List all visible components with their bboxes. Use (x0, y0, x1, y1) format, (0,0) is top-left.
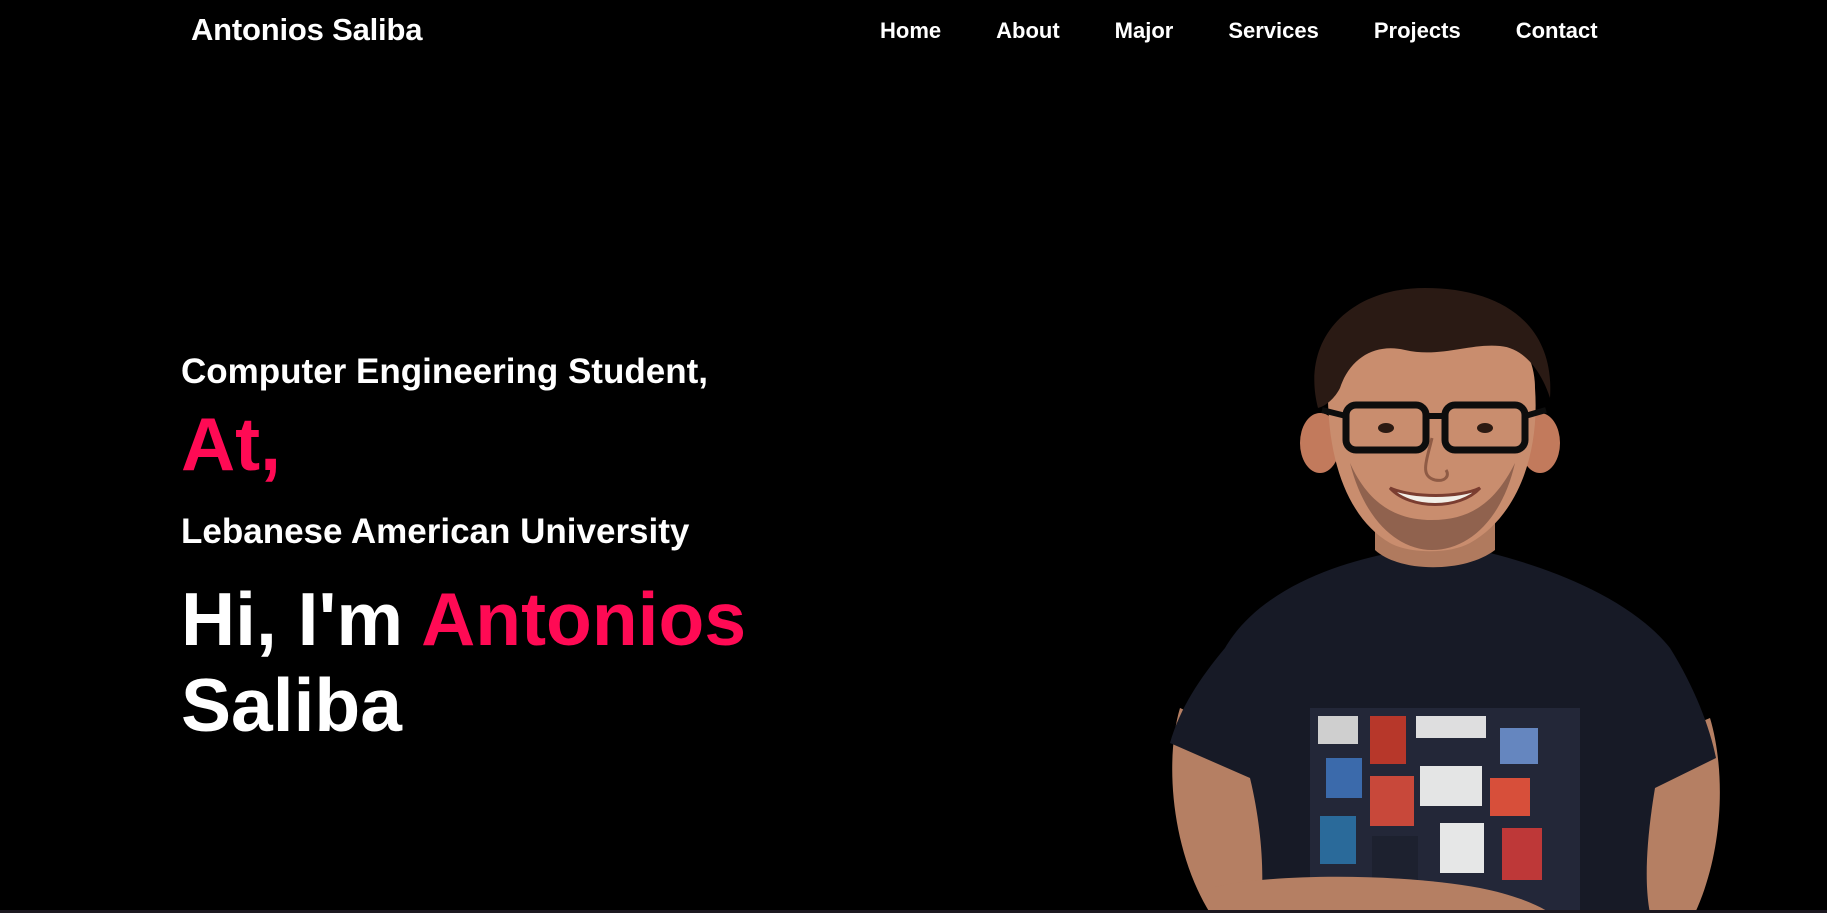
nav-link-projects[interactable]: Projects (1374, 18, 1461, 43)
page: Antonios Saliba Home About Major Service… (0, 0, 1827, 913)
navbar: Antonios Saliba Home About Major Service… (0, 0, 1827, 64)
portrait-photo (1150, 288, 1730, 913)
nav-item-services: Services (1228, 18, 1319, 44)
hero-greeting: Hi, I'm Antonios Saliba (181, 576, 821, 748)
nav-link-services[interactable]: Services (1228, 18, 1319, 43)
hero-university: Lebanese American University (181, 512, 690, 551)
nav-item-major: Major (1115, 18, 1174, 44)
person-portrait-icon (1170, 288, 1720, 913)
nav-link-contact[interactable]: Contact (1516, 18, 1598, 43)
nav-item-about: About (996, 18, 1060, 44)
greeting-name-accent: Antonios (421, 577, 747, 661)
hero-subtitle-student: Computer Engineering Student, (181, 352, 708, 391)
greeting-prefix: Hi, I'm (181, 577, 422, 661)
hero-at: At, (181, 402, 281, 486)
nav-item-home: Home (880, 18, 941, 44)
nav-item-contact: Contact (1516, 18, 1598, 44)
nav-link-home[interactable]: Home (880, 18, 941, 43)
hero-text: Computer Engineering Student, At, Lebane… (181, 348, 821, 748)
site-logo[interactable]: Antonios Saliba (191, 12, 422, 48)
greeting-name-rest: Saliba (181, 663, 402, 747)
nav-link-major[interactable]: Major (1115, 18, 1174, 43)
nav-item-projects: Projects (1374, 18, 1461, 44)
nav-link-about[interactable]: About (996, 18, 1060, 43)
nav-links: Home About Major Services Projects Conta… (880, 18, 1598, 44)
